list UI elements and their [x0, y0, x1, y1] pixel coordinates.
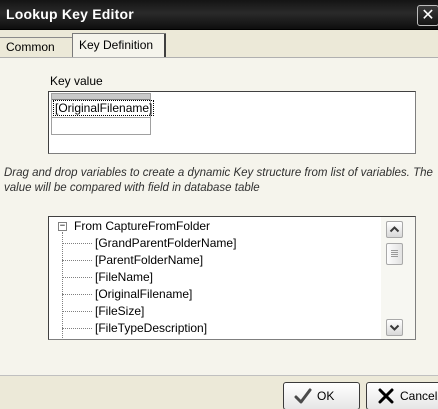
variables-tree-content: − From CaptureFromFolder [GrandParentFol… [49, 217, 381, 339]
scroll-down-button[interactable] [386, 319, 403, 336]
key-definition-panel: Key value [OriginalFilename] Drag and dr… [0, 57, 438, 375]
close-icon: ✕ [421, 5, 435, 24]
tree-item[interactable]: [FileSize] [62, 303, 144, 320]
tree-scrollbar[interactable] [381, 217, 415, 339]
lookup-key-editor-window: Lookup Key Editor ✕ Common Key Definitio… [0, 0, 438, 409]
tree-item[interactable]: [GrandParentFolderName] [62, 235, 236, 252]
tree-root-node[interactable]: From CaptureFromFolder [74, 219, 210, 234]
tab-key-definition[interactable]: Key Definition [72, 33, 166, 58]
title-bar[interactable]: Lookup Key Editor ✕ [0, 0, 438, 30]
key-token[interactable]: [OriginalFilename] [51, 93, 155, 135]
variables-tree[interactable]: − From CaptureFromFolder [GrandParentFol… [48, 216, 416, 340]
cancel-button[interactable]: Cancel [366, 382, 438, 409]
button-bar: OK Cancel [0, 375, 438, 409]
key-token-divider [52, 117, 150, 118]
key-value-label: Key value [50, 74, 103, 88]
window-title: Lookup Key Editor [6, 6, 134, 22]
key-token-label: [OriginalFilename] [53, 100, 155, 116]
check-icon [294, 388, 312, 404]
key-value-dropzone[interactable]: [OriginalFilename] [48, 91, 416, 154]
tree-item[interactable]: [FileTypeDescription] [62, 320, 207, 337]
ok-button-label: OK [317, 389, 335, 403]
minus-box-icon[interactable]: − [58, 222, 67, 231]
scroll-thumb[interactable] [386, 243, 403, 265]
cancel-button-label: Cancel [400, 389, 438, 403]
tab-strip: Common Key Definition [0, 30, 438, 58]
x-icon [378, 388, 394, 404]
tree-item[interactable]: [ParentFolderName] [62, 252, 203, 269]
tab-common[interactable]: Common [0, 37, 73, 57]
chevron-up-icon [389, 226, 400, 233]
chevron-down-icon [389, 324, 400, 331]
tree-item[interactable]: [FileName] [62, 269, 153, 286]
ok-button[interactable]: OK [283, 382, 360, 409]
close-button[interactable]: ✕ [417, 5, 438, 26]
scroll-up-button[interactable] [386, 221, 403, 238]
instructions-text: Drag and drop variables to create a dyna… [4, 167, 433, 194]
tree-item[interactable]: [OriginalFilename] [62, 286, 192, 303]
